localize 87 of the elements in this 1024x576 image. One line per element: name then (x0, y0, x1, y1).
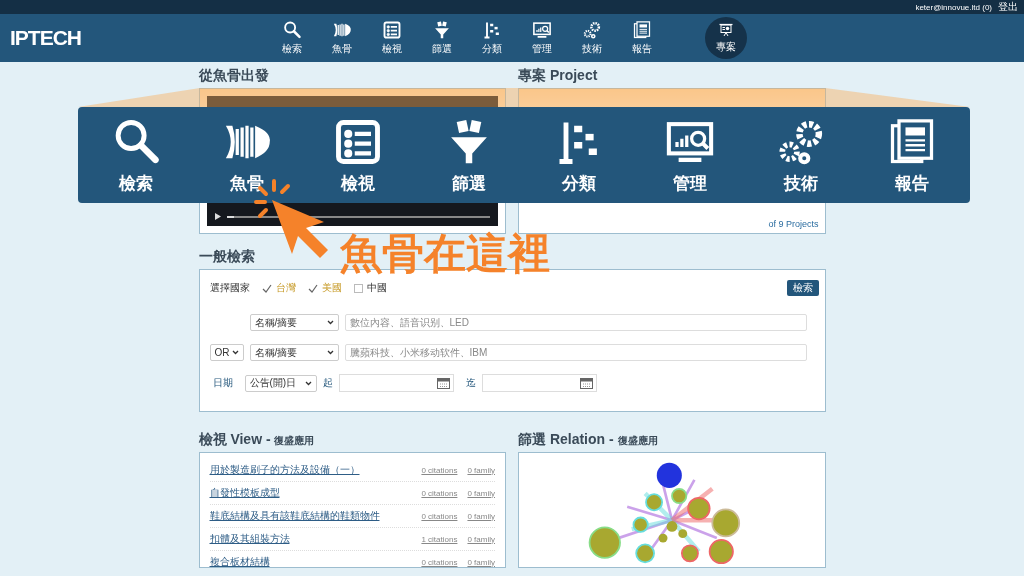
newspaper-icon (632, 20, 652, 40)
funnel-icon (432, 20, 452, 40)
graph-node (687, 496, 711, 521)
field-dropdown[interactable]: 名稱/摘要 (249, 344, 339, 361)
operator-dropdown[interactable]: OR (209, 344, 244, 361)
user-email: keter@innovue.ltd (0) (915, 2, 992, 12)
citations-link[interactable]: 1 citations (421, 534, 458, 544)
checkbox[interactable] (353, 283, 363, 293)
family-link[interactable]: 0 family (467, 511, 495, 521)
date-field[interactable] (338, 374, 454, 392)
search-icon (282, 20, 302, 40)
input-field[interactable]: 數位內容、語音识别、LED (344, 314, 807, 331)
graph-node (632, 516, 649, 533)
project-count: of 9 Projects (768, 219, 819, 229)
callout-text: 魚骨在這裡 (340, 232, 550, 276)
caret-icon (326, 320, 334, 325)
caret-icon (231, 350, 239, 355)
calendar-icon[interactable] (579, 377, 593, 389)
caret-icon (326, 350, 334, 355)
checkbox-label: 美國 (321, 281, 342, 295)
graph-node (644, 493, 663, 512)
enlarged-menu-item[interactable]: 分類 (524, 107, 635, 203)
checkmark[interactable] (261, 283, 272, 293)
checkbox-label: 中國 (366, 281, 387, 295)
citations-link[interactable]: 0 citations (421, 557, 458, 567)
graph-node (680, 544, 699, 563)
gears-icon (582, 20, 602, 40)
graph-node (678, 529, 687, 539)
family-link[interactable]: 0 family (467, 534, 495, 544)
presentation-board-icon (718, 22, 734, 38)
graph-node (666, 521, 678, 532)
checkmark[interactable] (307, 283, 318, 293)
date-type-dropdown[interactable]: 公告(開)日 (244, 374, 317, 392)
section-title: 從魚骨出發 (198, 67, 270, 85)
citations-link[interactable]: 0 citations (421, 488, 458, 498)
checkbox-label: 台灣 (275, 281, 296, 295)
enlarged-menu-item[interactable]: 管理 (634, 107, 746, 203)
patent-link[interactable]: 鞋底結構及具有該鞋底結構的鞋類物件 (209, 509, 412, 523)
tree-diagram-icon (482, 20, 502, 40)
enlarged-menu-item[interactable]: 報告 (856, 107, 967, 203)
field-label: 起 (322, 376, 333, 390)
logo: IPTECH (10, 26, 82, 50)
date-field[interactable] (481, 374, 597, 392)
family-link[interactable]: 0 family (467, 465, 495, 475)
enlarged-menu-item[interactable]: 檢索 (81, 107, 192, 203)
family-link[interactable]: 0 family (467, 557, 495, 567)
enlarged-menu-item[interactable]: 篩選 (413, 107, 524, 203)
graph-node (635, 543, 655, 564)
nav-item[interactable]: 分類 (467, 15, 517, 61)
nav-item[interactable]: 技術 (567, 15, 617, 61)
section-title: 專案 Project (518, 67, 599, 85)
caret-icon (304, 380, 312, 386)
field-label: 迄 (465, 376, 476, 390)
field-label: 日期 (212, 376, 233, 390)
section-title: 檢視 View - 復盛應用 (198, 431, 316, 449)
patent-link[interactable]: 自發性模板成型 (209, 486, 412, 500)
field-label: 選擇國家 (209, 281, 250, 295)
list-icon (382, 20, 402, 40)
graph-node (708, 539, 734, 565)
graph-node (658, 533, 668, 543)
patent-link[interactable]: 用於製造刷子的方法及設備（一） (209, 463, 412, 477)
enlarged-menu-item[interactable]: 技術 (745, 107, 857, 203)
nav-item[interactable]: 報告 (617, 15, 667, 61)
play-icon[interactable] (214, 213, 221, 220)
logout-link[interactable]: 登出 (998, 0, 1018, 14)
field-dropdown[interactable]: 名稱/摘要 (249, 314, 339, 331)
graph-node (588, 526, 621, 559)
search-button[interactable]: 檢索 (786, 280, 819, 296)
nav-item[interactable]: 魚骨 (317, 15, 367, 61)
calendar-icon[interactable] (436, 377, 450, 389)
nav-item[interactable]: 檢視 (367, 15, 417, 61)
nav-item[interactable]: 管理 (517, 15, 567, 61)
input-field[interactable]: 騰蘋科技、小米移动软件、IBM (344, 344, 807, 361)
graph-node (711, 508, 740, 538)
section-title: 一般檢索 (198, 248, 256, 266)
enlarged-menu-item[interactable]: 魚骨 (191, 107, 303, 203)
patent-link[interactable]: 複合板材結構 (209, 555, 412, 567)
section-title: 篩選 Relation - 復盛應用 (518, 431, 659, 449)
nav-item[interactable]: 檢索 (267, 15, 317, 61)
monitor-chart-icon (532, 20, 552, 40)
family-link[interactable]: 0 family (467, 488, 495, 498)
nav-item[interactable]: 專案 (705, 17, 747, 59)
nav-item[interactable]: 篩選 (417, 15, 467, 61)
citations-link[interactable]: 0 citations (421, 465, 458, 475)
enlarged-menu-item[interactable]: 檢視 (302, 107, 414, 203)
citations-link[interactable]: 0 citations (421, 511, 458, 521)
patent-link[interactable]: 扣體及其組裝方法 (209, 532, 412, 546)
